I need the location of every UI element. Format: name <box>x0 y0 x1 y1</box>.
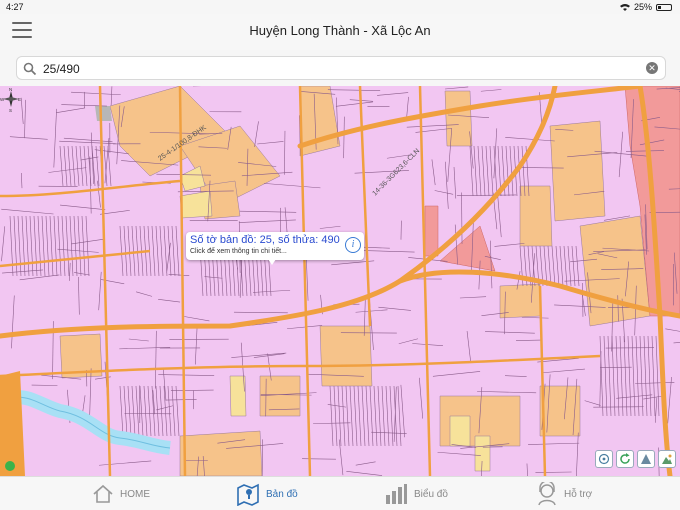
svg-text:S: S <box>9 108 12 112</box>
status-time: 4:27 <box>6 2 24 12</box>
search-icon <box>23 62 37 76</box>
svg-text:W: W <box>0 97 5 102</box>
clear-search-button[interactable]: ✕ <box>646 62 658 74</box>
tab-bar: HOME Bản đồ Biểu đồ Hỗ trợ <box>0 476 680 510</box>
bar-chart-icon <box>386 484 407 504</box>
tab-chart-label: Biểu đồ <box>414 488 448 500</box>
layers-icon <box>662 454 672 464</box>
tab-map-label: Bản đồ <box>266 488 298 500</box>
triangle-icon <box>641 454 651 464</box>
refresh-button[interactable] <box>616 450 634 468</box>
wifi-icon <box>619 3 630 11</box>
tab-home[interactable]: HOME <box>92 481 150 507</box>
compass-icon[interactable]: N W E S <box>0 86 22 112</box>
tab-chart[interactable]: Biểu đồ <box>384 481 448 507</box>
info-icon[interactable]: i <box>345 237 361 253</box>
tab-support[interactable]: Hỗ trợ <box>536 481 592 507</box>
popup-title: Số tờ bản đồ: 25, số thửa: 490 <box>190 234 340 246</box>
parcel-popup[interactable]: Số tờ bản đồ: 25, số thửa: 490 Click để … <box>186 232 364 260</box>
page-title: Huyện Long Thành - Xã Lộc An <box>249 23 431 38</box>
status-right: 25% <box>619 2 672 12</box>
refresh-icon <box>620 453 630 464</box>
app-header: Huyện Long Thành - Xã Lộc An <box>0 14 680 50</box>
locate-button[interactable] <box>595 450 613 468</box>
tab-map[interactable]: Bản đồ <box>236 481 298 507</box>
popup-tail <box>268 259 276 265</box>
home-icon <box>93 484 113 503</box>
tab-support-label: Hỗ trợ <box>564 488 593 500</box>
map-icon <box>237 483 259 506</box>
support-icon <box>538 482 556 506</box>
layers-button[interactable] <box>658 450 676 468</box>
map-view[interactable]: 25-4-1/100,8-ĐHK 14-36-3G623,6-CLN N W E… <box>0 86 680 476</box>
target-icon <box>598 453 610 465</box>
svg-text:N: N <box>9 87 12 92</box>
search-bar: ✕ <box>16 56 666 80</box>
tab-home-label: HOME <box>120 488 150 500</box>
status-bar: 4:27 25% <box>0 0 680 14</box>
search-input[interactable] <box>41 59 645 79</box>
measure-area-button[interactable] <box>637 450 655 468</box>
battery-percent: 25% <box>633 2 652 12</box>
map-canvas[interactable]: 25-4-1/100,8-ĐHK 14-36-3G623,6-CLN <box>0 86 680 476</box>
svg-text:E: E <box>18 97 21 102</box>
battery-icon <box>656 3 672 11</box>
map-tools <box>595 450 676 468</box>
popup-subtitle: Click để xem thông tin chi tiết... <box>190 248 287 255</box>
